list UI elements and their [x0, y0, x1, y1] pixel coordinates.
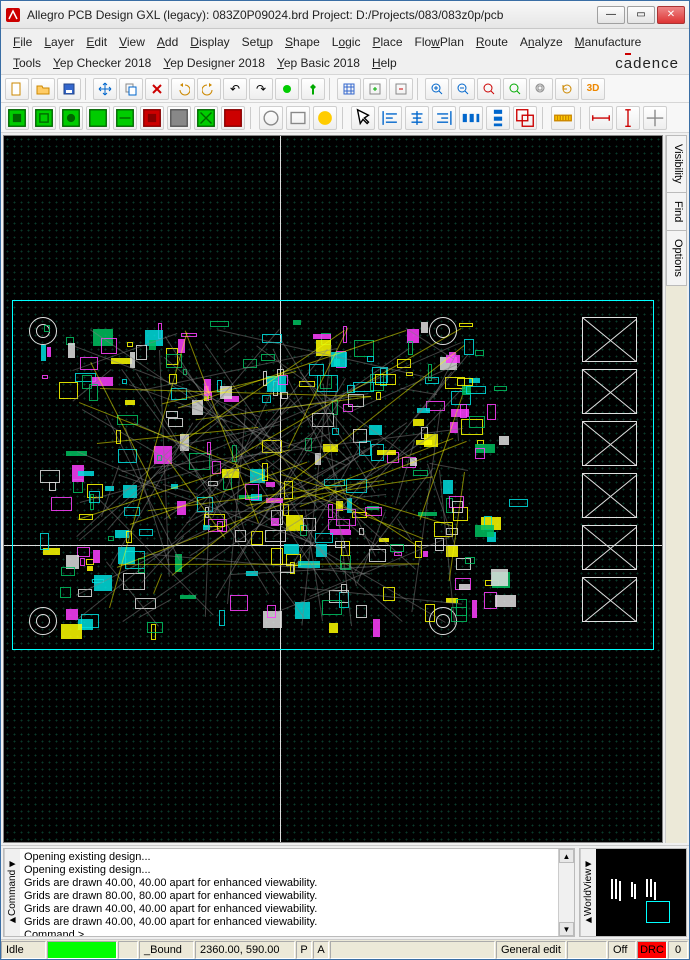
- menu-logic[interactable]: Logic: [326, 33, 367, 51]
- menu-yep-basic[interactable]: Yep Basic 2018: [271, 54, 366, 72]
- status-idle: Idle: [1, 941, 46, 959]
- open-button[interactable]: [31, 78, 55, 100]
- shape-rect-button[interactable]: [286, 106, 310, 130]
- undo-button[interactable]: [171, 78, 195, 100]
- menu-shape[interactable]: Shape: [279, 33, 326, 51]
- layer-5-button[interactable]: [113, 106, 137, 130]
- 3d-view-button[interactable]: 3D: [581, 78, 605, 100]
- layer-9-button[interactable]: [221, 106, 245, 130]
- delete-button[interactable]: [145, 78, 169, 100]
- measure-button[interactable]: [551, 106, 575, 130]
- tab-visibility[interactable]: Visibility: [666, 135, 687, 192]
- select-button[interactable]: [351, 106, 375, 130]
- worldview-label: ▶ WorldView ◀: [580, 849, 596, 936]
- maximize-button[interactable]: ▭: [627, 6, 655, 24]
- menu-display[interactable]: Display: [184, 33, 235, 51]
- menu-tools[interactable]: Tools: [7, 54, 47, 72]
- cadence-logo: cadence: [615, 55, 679, 72]
- status-coords: 2360.00, 590.00: [195, 941, 295, 959]
- menu-view[interactable]: View: [113, 33, 151, 51]
- layer-2-button[interactable]: [32, 106, 56, 130]
- pin-button[interactable]: [301, 78, 325, 100]
- toolbar-layers: [1, 103, 689, 133]
- minimize-button[interactable]: —: [597, 6, 625, 24]
- redo-button[interactable]: [197, 78, 221, 100]
- tab-options[interactable]: Options: [666, 230, 687, 286]
- group-button[interactable]: [513, 106, 537, 130]
- marker-button[interactable]: [275, 78, 299, 100]
- shape-circle-button[interactable]: [259, 106, 283, 130]
- menu-analyze[interactable]: Analyze: [514, 33, 569, 51]
- unassign-button[interactable]: [389, 78, 413, 100]
- side-tabs: Visibility Find Options: [665, 135, 687, 843]
- layer-1-button[interactable]: [5, 106, 29, 130]
- layer-3-button[interactable]: [59, 106, 83, 130]
- status-progress: [47, 941, 117, 959]
- layer-8-button[interactable]: [194, 106, 218, 130]
- grid-button[interactable]: [337, 78, 361, 100]
- status-a[interactable]: A: [313, 941, 329, 959]
- menu-file[interactable]: File: [7, 33, 38, 51]
- pcb-canvas[interactable]: [3, 135, 663, 843]
- command-panel: ▶ Command ◀ Opening existing design...Op…: [3, 848, 575, 937]
- zoom-in-button[interactable]: [425, 78, 449, 100]
- layer-7-button[interactable]: [167, 106, 191, 130]
- rotate-right-button[interactable]: ↷: [249, 78, 273, 100]
- assign-button[interactable]: [363, 78, 387, 100]
- status-count: 0: [668, 941, 688, 959]
- worldview-canvas[interactable]: [596, 849, 686, 936]
- rotate-left-button[interactable]: ↶: [223, 78, 247, 100]
- app-icon: [5, 7, 21, 23]
- menu-yep-checker[interactable]: Yep Checker 2018: [47, 54, 157, 72]
- menu-manufacture[interactable]: Manufacture: [569, 33, 648, 51]
- status-bound: _Bound: [139, 941, 194, 959]
- align-left-button[interactable]: [378, 106, 402, 130]
- zoom-out-button[interactable]: [451, 78, 475, 100]
- status-mode: General edit: [496, 941, 566, 959]
- tab-find[interactable]: Find: [666, 192, 687, 230]
- shape-fill-button[interactable]: [313, 106, 337, 130]
- layer-4-button[interactable]: [86, 106, 110, 130]
- distribute-h-button[interactable]: [459, 106, 483, 130]
- command-output[interactable]: Opening existing design...Opening existi…: [20, 849, 558, 936]
- close-button[interactable]: ✕: [657, 6, 685, 24]
- menu-layer[interactable]: Layer: [38, 33, 80, 51]
- zoom-window-button[interactable]: [529, 78, 553, 100]
- menu-route[interactable]: Route: [470, 33, 514, 51]
- ruler-v-button[interactable]: [616, 106, 640, 130]
- save-button[interactable]: [57, 78, 81, 100]
- new-button[interactable]: [5, 78, 29, 100]
- titlebar[interactable]: Allegro PCB Design GXL (legacy): 083Z0P0…: [1, 1, 689, 29]
- menu-setup[interactable]: Setup: [236, 33, 279, 51]
- status-drc[interactable]: DRC: [637, 941, 667, 959]
- board-outline: [12, 300, 654, 650]
- command-label: ▶ Command ◀: [4, 849, 20, 936]
- zoom-selection-button[interactable]: [503, 78, 527, 100]
- status-p[interactable]: P: [296, 941, 312, 959]
- menu-place[interactable]: Place: [366, 33, 408, 51]
- status-off: Off: [608, 941, 636, 959]
- layer-6-button[interactable]: [140, 106, 164, 130]
- statusbar: Idle _Bound 2360.00, 590.00 P A General …: [1, 939, 689, 959]
- zoom-fit-button[interactable]: [477, 78, 501, 100]
- worldview-panel: ▶ WorldView ◀: [579, 848, 687, 937]
- move-button[interactable]: [93, 78, 117, 100]
- distribute-v-button[interactable]: [486, 106, 510, 130]
- toolbar-main: ↶ ↷ 3D: [1, 75, 689, 103]
- ruler-h-button[interactable]: [589, 106, 613, 130]
- refresh-button[interactable]: [555, 78, 579, 100]
- align-center-button[interactable]: [405, 106, 429, 130]
- menu-flowplan[interactable]: FlowPlan: [409, 33, 470, 51]
- copy-button[interactable]: [119, 78, 143, 100]
- menu-edit[interactable]: Edit: [80, 33, 113, 51]
- menu-help[interactable]: Help: [366, 54, 403, 72]
- menu-yep-designer[interactable]: Yep Designer 2018: [157, 54, 271, 72]
- menubar: File Layer Edit View Add Display Setup S…: [1, 29, 689, 75]
- menu-add[interactable]: Add: [151, 33, 184, 51]
- ruler-both-button[interactable]: [643, 106, 667, 130]
- align-right-button[interactable]: [432, 106, 456, 130]
- command-scrollbar[interactable]: ▲▼: [558, 849, 574, 936]
- window-title: Allegro PCB Design GXL (legacy): 083Z0P0…: [27, 8, 597, 22]
